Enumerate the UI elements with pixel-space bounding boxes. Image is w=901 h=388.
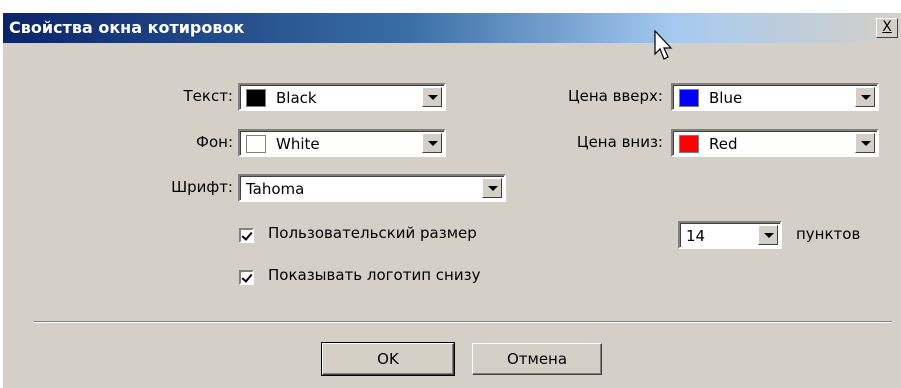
text-color-value: Black [276,89,317,107]
chevron-down-icon[interactable] [482,178,502,198]
size-select[interactable]: 14 [678,221,782,249]
mouse-pointer-icon [654,30,673,60]
bg-color-label: Фон: [196,133,233,151]
color-swatch [679,135,699,153]
cancel-button[interactable]: Отмена [472,343,602,375]
font-select[interactable]: Tahoma [238,174,506,202]
dialog-window: Свойства окна котировок X Текст: Black Ц… [2,12,901,388]
price-down-select[interactable]: Red [671,129,879,157]
color-swatch [679,89,699,107]
chevron-down-icon[interactable] [422,87,442,107]
price-down-label: Цена вниз: [576,133,663,151]
price-up-select[interactable]: Blue [671,83,879,111]
color-swatch [246,89,266,107]
text-color-select[interactable]: Black [238,83,446,111]
show-logo-label[interactable]: Показывать логотип снизу [268,266,480,284]
color-swatch [246,135,266,153]
chevron-down-icon[interactable] [758,225,778,245]
show-logo-checkbox[interactable] [239,270,254,285]
size-value: 14 [686,227,706,245]
custom-size-checkbox[interactable] [239,228,254,243]
size-unit-label: пунктов [796,225,861,243]
title-bar[interactable]: Свойства окна котировок X [3,13,901,43]
price-down-value: Red [709,135,738,153]
font-label: Шрифт: [171,178,233,196]
custom-size-label[interactable]: Пользовательский размер [268,224,477,242]
bg-color-value: White [276,135,320,153]
text-color-label: Текст: [183,87,234,105]
dialog-title: Свойства окна котировок [9,18,245,37]
price-up-value: Blue [709,89,743,107]
ok-button[interactable]: OK [321,342,455,376]
divider [34,321,892,323]
chevron-down-icon[interactable] [855,87,875,107]
chevron-down-icon[interactable] [422,133,442,153]
bg-color-select[interactable]: White [238,129,446,157]
price-up-label: Цена вверх: [567,87,663,105]
close-button[interactable]: X [876,18,898,38]
font-value: Tahoma [246,180,305,198]
chevron-down-icon[interactable] [855,133,875,153]
